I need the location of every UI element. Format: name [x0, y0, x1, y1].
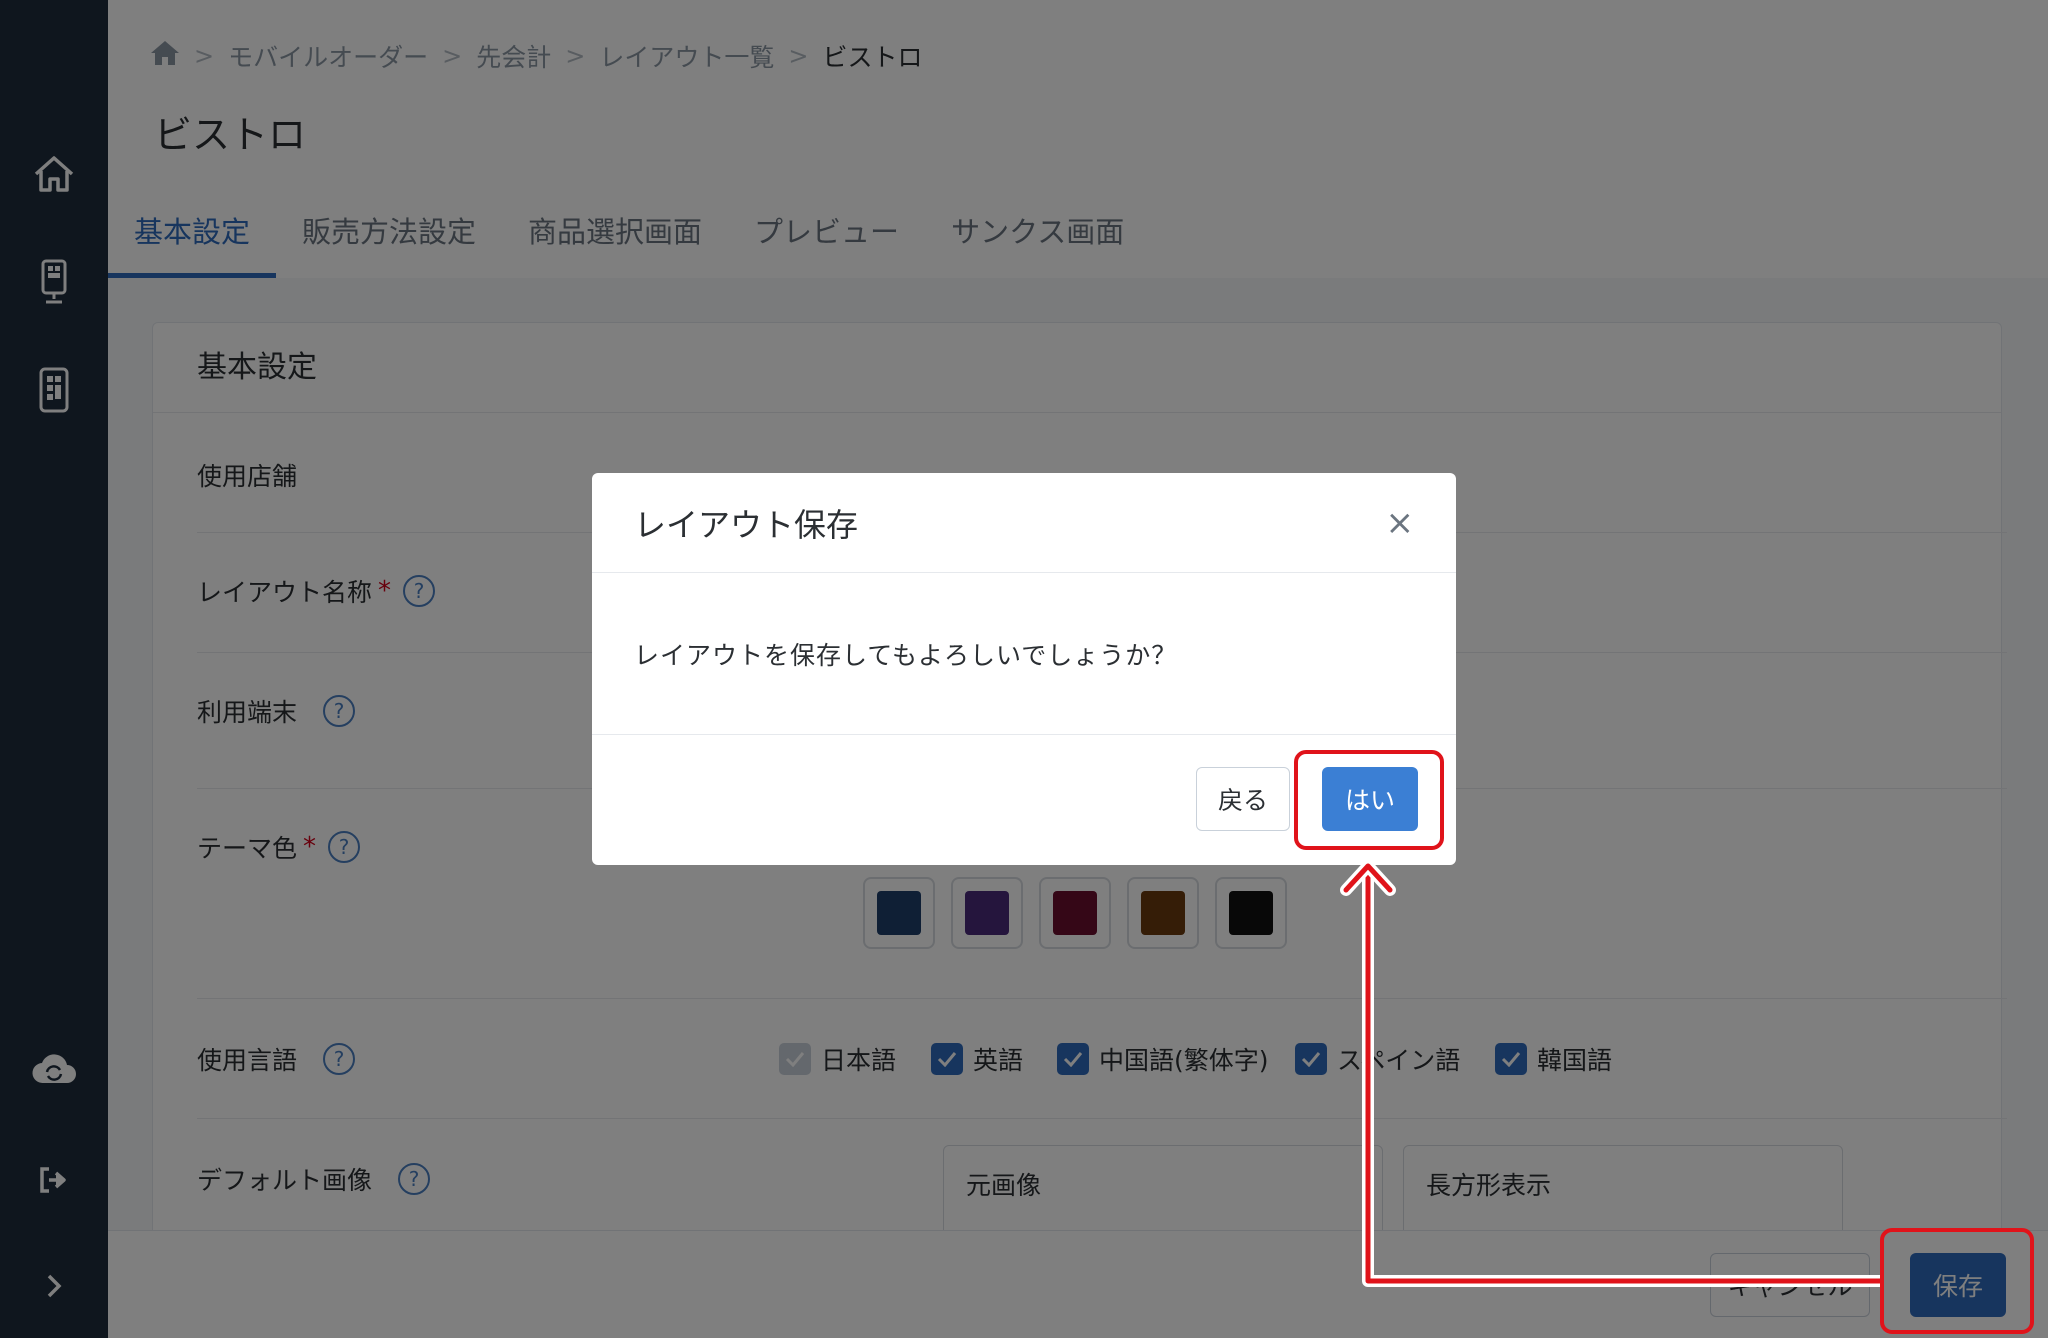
annotation-arrow	[1340, 860, 1880, 1287]
